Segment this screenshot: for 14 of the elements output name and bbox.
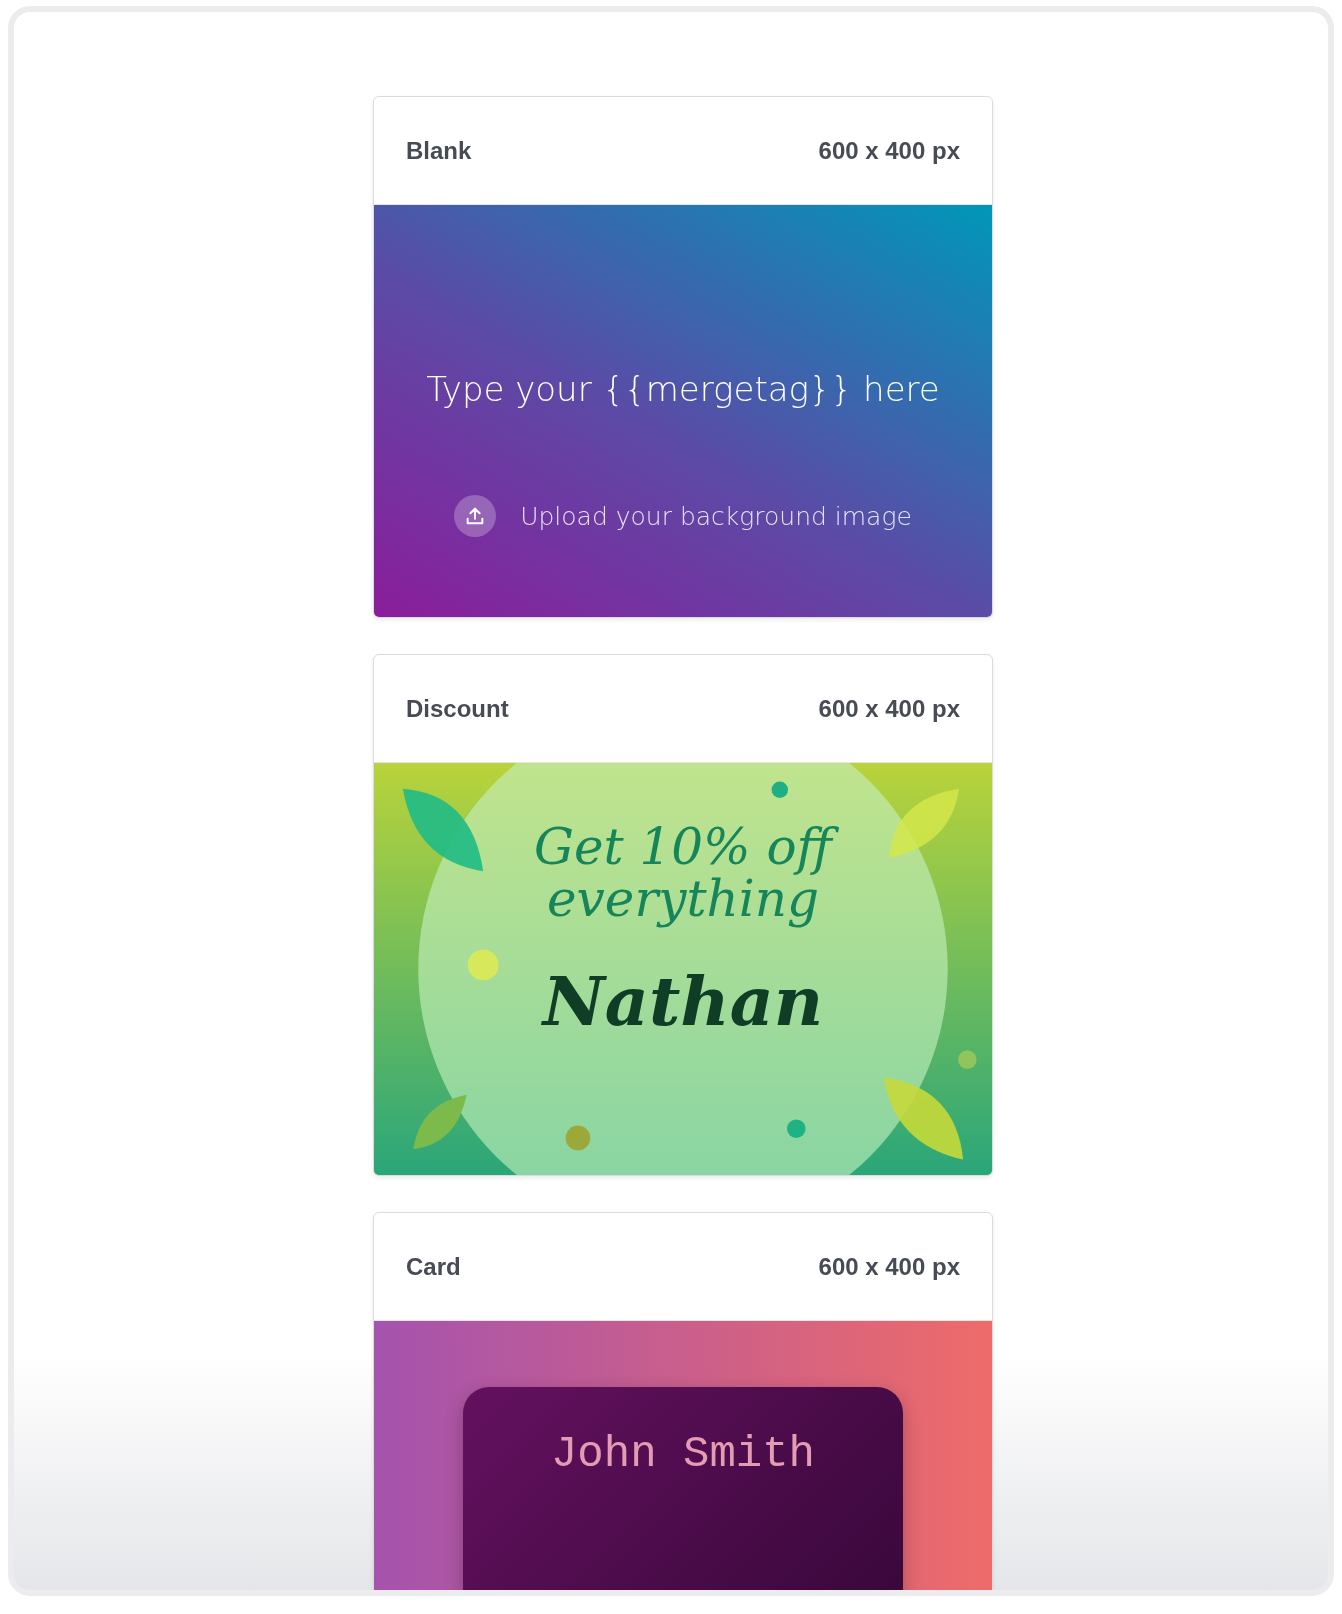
- headline-text: Type your {{mergetag}} here: [426, 369, 940, 409]
- template-size: 600 x 400 px: [818, 694, 960, 723]
- upload-icon[interactable]: [454, 495, 497, 537]
- template-name: Blank: [406, 136, 472, 165]
- template-card[interactable]: Discount 600 x 400 px Get 10% off everything Nathan: [373, 654, 993, 1176]
- template-name: Discount: [406, 694, 509, 723]
- card-holder-name: John Smith: [550, 1429, 815, 1479]
- upload-link[interactable]: Upload your background image: [520, 501, 912, 531]
- template-card[interactable]: Card 600 x 400 px John Smith: [373, 1212, 993, 1590]
- template-name: Card: [406, 1252, 461, 1281]
- template-size: 600 x 400 px: [818, 136, 960, 165]
- recipient-name: Nathan: [542, 961, 824, 1041]
- template-size: 600 x 400 px: [818, 1252, 960, 1281]
- template-card[interactable]: Blank 600 x 400 px Type your {{mergetag}} here Upload your background image: [373, 96, 993, 618]
